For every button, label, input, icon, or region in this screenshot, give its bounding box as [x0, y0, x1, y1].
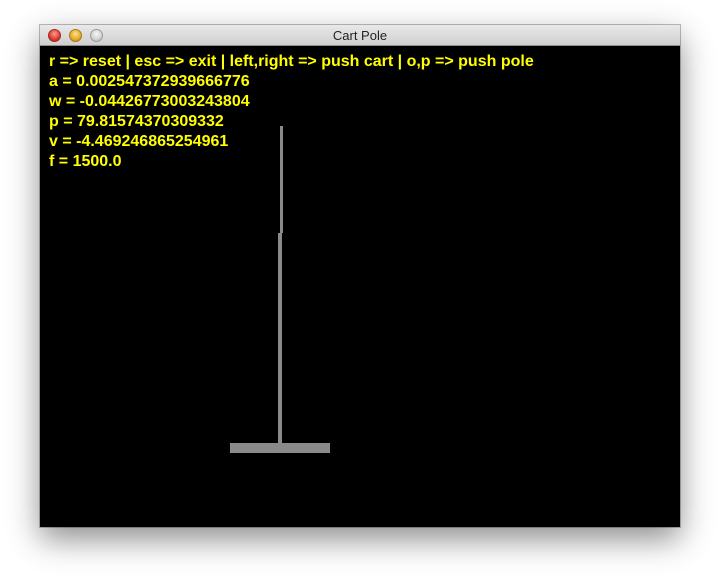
position-readout: p = 79.81574370309332 — [49, 113, 224, 130]
angle-readout: a = 0.002547372939666776 — [49, 73, 250, 90]
help-text: r => reset | esc => exit | left,right =>… — [49, 53, 534, 70]
hud: r => reset | esc => exit | left,right =>… — [49, 52, 534, 172]
force-readout: f = 1500.0 — [49, 153, 122, 170]
angular-velocity-readout: w = -0.04426773003243804 — [49, 93, 250, 110]
velocity-readout: v = -4.469246865254961 — [49, 133, 229, 150]
app-window: Cart Pole r => reset | esc => exit | lef… — [40, 25, 680, 527]
game-canvas[interactable]: r => reset | esc => exit | left,right =>… — [40, 46, 680, 527]
window-title: Cart Pole — [332, 28, 388, 43]
title-bar[interactable]: Cart Pole — [40, 25, 680, 46]
cart — [230, 443, 330, 453]
pole-lower-segment — [278, 233, 282, 443]
pole-upper-segment — [280, 126, 283, 233]
